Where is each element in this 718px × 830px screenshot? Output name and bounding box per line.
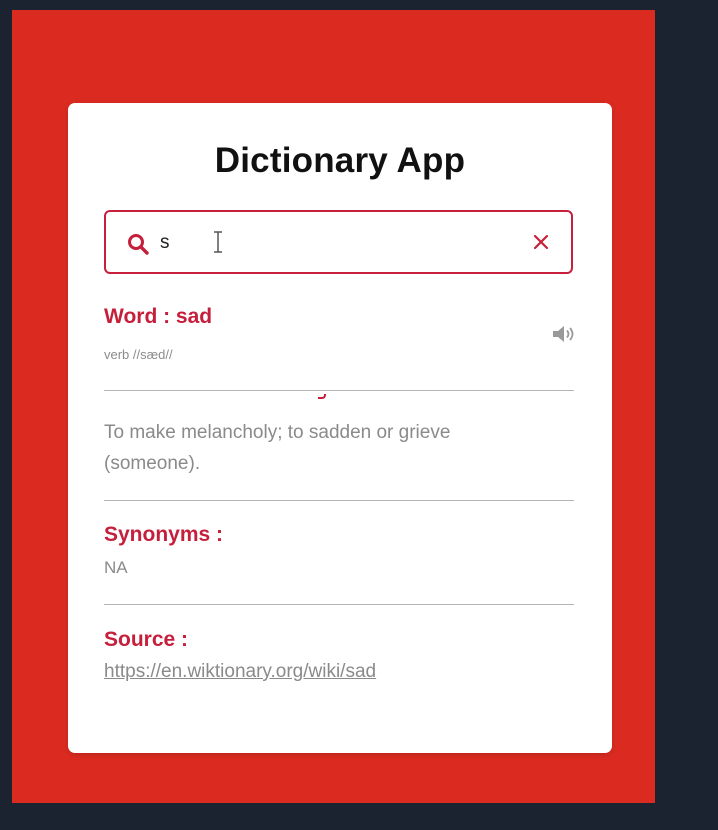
text-cursor-icon (214, 231, 222, 253)
phonetic-text: verb //sæd// (104, 347, 173, 362)
close-icon[interactable] (531, 232, 551, 252)
divider (104, 604, 574, 605)
meaning-text: To make melancholy; to sadden or grieve … (104, 422, 451, 474)
app-background-panel: Dictionary App Word : sad verb //sæd// (12, 10, 655, 803)
dictionary-card: Dictionary App Word : sad verb //sæd// (68, 103, 612, 753)
app-title: Dictionary App (214, 141, 466, 180)
speaker-icon[interactable] (551, 324, 577, 344)
synonyms-label: Synonyms : (104, 523, 224, 546)
word-heading: Word : sad (104, 305, 213, 328)
source-link[interactable]: https://en.wiktionary.org/wiki/sad (104, 661, 376, 683)
divider (104, 500, 574, 501)
synonyms-value: NA (104, 558, 128, 577)
divider (104, 390, 574, 391)
source-label: Source : (104, 628, 189, 651)
clipped-heading-fragment (318, 394, 328, 399)
search-icon (128, 234, 149, 255)
search-box[interactable] (104, 210, 573, 274)
